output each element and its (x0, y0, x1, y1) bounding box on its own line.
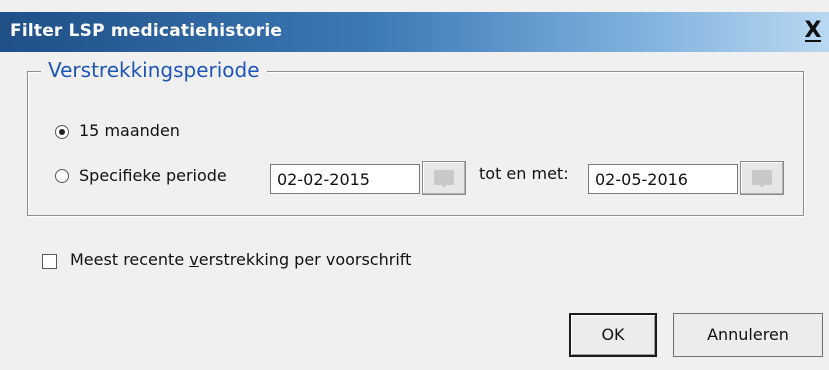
ok-button[interactable]: OK (569, 313, 657, 357)
most-recent-checkbox-label[interactable]: Meest recente verstrekking per voorschri… (70, 250, 411, 269)
to-date-calendar-button[interactable] (740, 161, 784, 195)
close-button[interactable]: X (800, 18, 826, 44)
title-bar: Filter LSP medicatiehistorie X (0, 12, 829, 52)
to-date-input[interactable]: 02-05-2016 (588, 164, 738, 194)
from-date-calendar-button[interactable] (422, 161, 466, 195)
dialog-title: Filter LSP medicatiehistorie (10, 21, 283, 41)
radio-selected-dot (59, 129, 65, 135)
radio-specific-period-label[interactable]: Specifieke periode (79, 166, 227, 185)
from-date-input[interactable]: 02-02-2015 (270, 164, 420, 194)
calendar-icon (752, 170, 772, 188)
cancel-button[interactable]: Annuleren (673, 313, 823, 357)
group-legend: Verstrekkingsperiode (41, 58, 267, 82)
checkbox-label-pre: Meest recente (70, 250, 190, 269)
radio-15-months-label[interactable]: 15 maanden (79, 121, 180, 140)
close-underline (805, 40, 821, 42)
checkbox-label-accelerator: v (189, 250, 199, 269)
checkbox-label-post: erstrekking per voorschrift (198, 250, 412, 269)
most-recent-checkbox[interactable] (42, 254, 57, 269)
radio-specific-period[interactable] (55, 169, 69, 183)
until-label: tot en met: (479, 164, 569, 183)
filter-dialog: Filter LSP medicatiehistorie X Verstrekk… (0, 0, 829, 370)
calendar-icon (434, 170, 454, 188)
period-groupbox: Verstrekkingsperiode 15 maanden Specifie… (27, 58, 804, 216)
radio-15-months[interactable] (55, 125, 69, 139)
